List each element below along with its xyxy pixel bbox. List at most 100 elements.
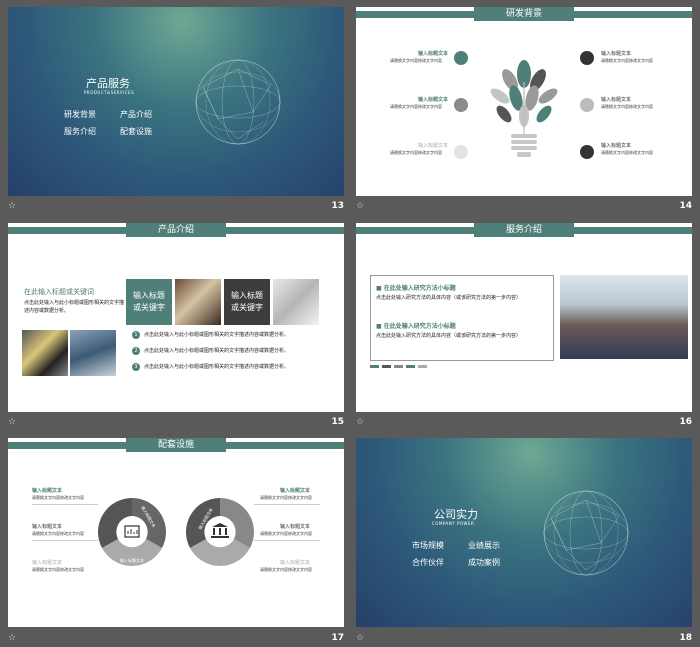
star-outline-icon: ☆ — [8, 633, 17, 643]
people-icon — [454, 98, 468, 112]
method-title: ■ 在此处输入研究方法小标题 — [376, 285, 456, 292]
slide-subtitle: COMPANY POWER — [432, 521, 475, 526]
keyword-tile: 输入标题 或关键字 — [126, 279, 172, 325]
slide-header: 配套设施 — [8, 438, 344, 452]
star-outline-icon: ☆ — [8, 417, 17, 427]
star-outline-icon: ☆ — [356, 417, 365, 427]
slide-subtitle: PRODUCT&SERVICES — [84, 90, 135, 95]
star-outline-icon: ☆ — [8, 201, 17, 211]
slide-number: 13 — [331, 201, 344, 211]
item-title: 输入标题文本 — [418, 97, 449, 103]
item-title: 输入标题文本 — [601, 97, 632, 103]
settings-icon — [580, 51, 594, 65]
photo-team — [22, 330, 68, 376]
item-desc: 请替换文字内容修改文字内容 — [32, 567, 84, 572]
item-title: 输入标题文本 — [280, 488, 311, 494]
item-desc: 请替换文字内容修改文字内容 — [601, 150, 653, 155]
slide-13[interactable]: 产品服务 PRODUCT&SERVICES 研发背景 产品介绍 服务介绍 配套设… — [8, 7, 344, 196]
method-text: 点击此处输入研究方法的具体内容（或该研究方法的第一步内容） — [376, 333, 522, 339]
point-text: 点击此处输入与此小标题或图形相关的文字描述内容或数据分析。 — [144, 364, 290, 370]
item-desc: 请替换文字内容修改文字内容 — [390, 104, 442, 109]
menu-item[interactable]: 服务介绍 — [64, 126, 96, 137]
point-number: 3 — [132, 363, 140, 371]
divider — [254, 504, 320, 505]
item-desc: 请替换文字内容修改文字内容 — [32, 531, 84, 536]
star-outline-icon: ☆ — [356, 201, 365, 211]
item-desc: 请替换文字内容修改文字内容 — [260, 531, 312, 536]
photo-pen — [273, 279, 319, 325]
slide-15[interactable]: 产品介绍 在此输入标题或关键词 点击此处输入与此小标题或图形相关的文字描述内容或… — [8, 223, 344, 412]
item-title: 输入标题文本 — [32, 488, 63, 494]
ring-label: 输入标题文本 — [120, 558, 144, 563]
star-outline-icon: ☆ — [356, 633, 365, 643]
menu-item[interactable]: 合作伙伴 — [412, 557, 444, 568]
photo-buildings — [70, 330, 116, 376]
item-title: 输入标题文本 — [32, 560, 63, 566]
item-desc: 请替换文字内容修改文字内容 — [260, 567, 312, 572]
point-text: 点击此处输入与此小标题或图形相关的文字描述内容或数据分析。 — [144, 348, 290, 354]
phone-icon — [454, 145, 468, 159]
slide-number: 14 — [679, 201, 692, 211]
chat-icon — [580, 98, 594, 112]
slide-footer: ☆ 18 — [356, 633, 692, 647]
slide-number: 18 — [679, 633, 692, 643]
slide-header-title: 研发背景 — [474, 7, 574, 21]
slide-number: 16 — [679, 417, 692, 427]
slide-18[interactable]: 公司实力 COMPANY POWER 市场规模 业绩展示 合作伙伴 成功案例 — [356, 438, 692, 627]
item-title: 输入标题文本 — [280, 560, 311, 566]
slide-header: 产品介绍 — [8, 223, 344, 237]
point-text: 点击此处输入与此小标题或图形相关的文字描述内容或数据分析。 — [144, 332, 290, 338]
slide-number: 17 — [331, 633, 344, 643]
menu-item[interactable]: 业绩展示 — [468, 540, 500, 551]
item-title: 输入标题文本 — [418, 143, 449, 149]
section-paragraph: 点击此处输入与此小标题或图形相关的文字描述内容或数据分析。 — [24, 300, 125, 314]
slide-17[interactable]: 配套设施 输入标题文本 请替换文字内容修改文字内容 输入标题文本 请替换文字内容… — [8, 438, 344, 627]
mail-icon — [580, 145, 594, 159]
menu-item[interactable]: 成功案例 — [468, 557, 500, 568]
ring-diagram-right — [186, 498, 254, 566]
item-desc: 请替换文字内容修改文字内容 — [390, 150, 442, 155]
keyword-tile: 输入标题 或关键字 — [224, 279, 270, 325]
divider — [32, 540, 98, 541]
slide-footer: ☆ 13 — [8, 201, 344, 215]
item-desc: 请替换文字内容修改文字内容 — [601, 58, 653, 63]
method-title: ■ 在此处输入研究方法小标题 — [376, 323, 456, 330]
point-number: 2 — [132, 347, 140, 355]
slide-14[interactable]: 研发背景 输入标题文本 请替换文字内容修改文字内容 输入标题文本 请替换文字内容… — [356, 7, 692, 196]
menu-item[interactable]: 配套设施 — [120, 126, 152, 137]
slide-header: 研发背景 — [356, 7, 692, 21]
menu-item[interactable]: 研发背景 — [64, 109, 96, 120]
item-desc: 请替换文字内容修改文字内容 — [260, 495, 312, 500]
indicator — [406, 365, 415, 368]
slide-footer: ☆ 17 — [8, 633, 344, 647]
slide-title: 产品服务 — [86, 77, 130, 90]
item-title: 输入标题文本 — [418, 51, 449, 57]
divider — [32, 504, 98, 505]
item-desc: 请替换文字内容修改文字内容 — [601, 104, 653, 109]
photo-meeting — [560, 275, 688, 359]
slide-footer: ☆ 14 — [356, 201, 692, 215]
slide-footer: ☆ 15 — [8, 417, 344, 431]
indicator — [382, 365, 391, 368]
slide-header-title: 服务介绍 — [474, 223, 574, 237]
section-heading: 在此输入标题或关键词 — [24, 288, 94, 296]
leaf-lightbulb-icon — [490, 60, 558, 157]
chart-icon — [454, 51, 468, 65]
divider — [254, 540, 320, 541]
indicator — [418, 365, 427, 368]
indicator — [394, 365, 403, 368]
item-title: 输入标题文本 — [280, 524, 311, 530]
point-number: 1 — [132, 331, 140, 339]
item-desc: 请替换文字内容修改文字内容 — [32, 495, 84, 500]
menu-item[interactable]: 市场规模 — [412, 540, 444, 551]
slide-title: 公司实力 — [434, 508, 478, 521]
slide-header-title: 产品介绍 — [126, 223, 226, 237]
slide-16[interactable]: 服务介绍 ■ 在此处输入研究方法小标题 点击此处输入研究方法的具体内容（或该研究… — [356, 223, 692, 412]
item-title: 输入标题文本 — [32, 524, 63, 530]
slide-header-title: 配套设施 — [126, 438, 226, 452]
menu-item[interactable]: 产品介绍 — [120, 109, 152, 120]
slide-number: 15 — [331, 417, 344, 427]
item-title: 输入标题文本 — [601, 51, 632, 57]
wireframe-globe-icon — [543, 490, 629, 576]
photo-desk — [175, 279, 221, 325]
